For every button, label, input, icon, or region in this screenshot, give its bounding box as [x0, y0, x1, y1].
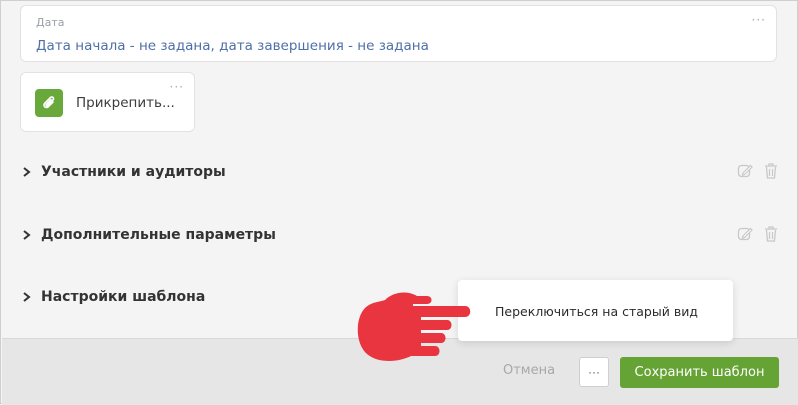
date-field-caption: Дата — [36, 16, 65, 29]
chevron-right-icon[interactable] — [21, 228, 33, 242]
date-card-more-icon[interactable]: ··· — [752, 14, 766, 26]
task-template-form: Дата Дата начала - не задана, дата завер… — [0, 0, 798, 405]
trash-icon[interactable] — [763, 162, 779, 180]
section-participants[interactable]: Участники и аудиторы — [21, 161, 781, 185]
attach-card[interactable]: Прикрепить... ··· — [20, 72, 195, 132]
attach-card-more-icon[interactable]: ··· — [170, 81, 184, 93]
section-title[interactable]: Участники и аудиторы — [41, 164, 226, 180]
date-field-card[interactable]: Дата Дата начала - не задана, дата завер… — [20, 5, 777, 62]
section-title[interactable]: Настройки шаблона — [41, 289, 205, 305]
paperclip-icon[interactable] — [35, 89, 63, 117]
switch-to-old-view-option[interactable]: Переключиться на старый вид — [495, 304, 698, 319]
section-additional-params[interactable]: Дополнительные параметры — [21, 224, 781, 248]
trash-icon[interactable] — [763, 225, 779, 243]
edit-icon[interactable] — [737, 163, 753, 179]
date-field-value[interactable]: Дата начала - не задана, дата завершения… — [36, 38, 429, 54]
save-template-button[interactable]: Сохранить шаблон — [620, 357, 779, 388]
more-options-button[interactable]: ··· — [579, 357, 609, 387]
attach-label[interactable]: Прикрепить... — [76, 95, 175, 111]
pointing-hand-icon — [357, 292, 471, 361]
cancel-button[interactable]: Отмена — [503, 363, 555, 378]
chevron-right-icon[interactable] — [21, 165, 33, 179]
chevron-right-icon[interactable] — [21, 290, 33, 304]
section-title[interactable]: Дополнительные параметры — [41, 227, 276, 243]
edit-icon[interactable] — [737, 226, 753, 242]
switch-view-popup[interactable]: Переключиться на старый вид — [458, 280, 733, 341]
